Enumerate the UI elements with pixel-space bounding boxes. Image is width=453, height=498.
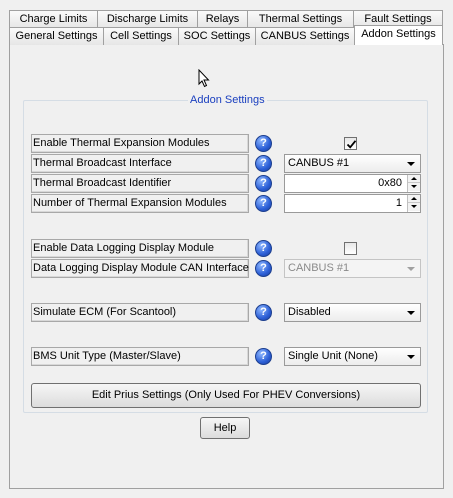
tab-soc-settings[interactable]: SOC Settings xyxy=(178,27,256,45)
checkmark-icon xyxy=(346,140,357,149)
spin-down-icon[interactable] xyxy=(408,183,420,191)
spin-up-icon[interactable] xyxy=(408,175,420,183)
tab-thermal-settings[interactable]: Thermal Settings xyxy=(247,10,354,28)
help-icon[interactable]: ? xyxy=(255,155,272,172)
tab-general-settings[interactable]: General Settings xyxy=(9,27,104,45)
tab-relays[interactable]: Relays xyxy=(197,10,248,28)
chevron-down-icon xyxy=(407,162,415,166)
thermal-broadcast-interface-label: Thermal Broadcast Interface xyxy=(31,154,249,173)
simulate-ecm-label: Simulate ECM (For Scantool) xyxy=(31,303,249,322)
help-icon[interactable]: ? xyxy=(255,175,272,192)
spin-buttons xyxy=(407,175,420,192)
help-icon[interactable]: ? xyxy=(255,240,272,257)
data-logging-can-interface-label: Data Logging Display Module CAN Interfac… xyxy=(31,259,249,278)
help-icon[interactable]: ? xyxy=(255,260,272,277)
tab-discharge-limits[interactable]: Discharge Limits xyxy=(97,10,198,28)
thermal-expansion-label: Enable Thermal Expansion Modules xyxy=(31,134,249,153)
data-logging-display-label: Enable Data Logging Display Module xyxy=(31,239,249,258)
num-thermal-modules-label: Number of Thermal Expansion Modules xyxy=(31,194,249,213)
tab-charge-limits[interactable]: Charge Limits xyxy=(9,10,98,28)
bms-unit-type-label: BMS Unit Type (Master/Slave) xyxy=(31,347,249,366)
thermal-broadcast-identifier-spinbox[interactable]: 0x80 xyxy=(284,174,421,193)
simulate-ecm-select[interactable]: Disabled xyxy=(284,303,421,322)
help-button[interactable]: Help xyxy=(200,417,250,439)
help-icon[interactable]: ? xyxy=(255,135,272,152)
edit-prius-settings-button[interactable]: Edit Prius Settings (Only Used For PHEV … xyxy=(31,383,421,408)
mouse-cursor-icon xyxy=(198,68,210,91)
thermal-broadcast-identifier-label: Thermal Broadcast Identifier xyxy=(31,174,249,193)
chevron-down-icon xyxy=(407,355,415,359)
group-title: Addon Settings xyxy=(188,94,267,106)
help-icon[interactable]: ? xyxy=(255,304,272,321)
tab-canbus-settings[interactable]: CANBUS Settings xyxy=(255,27,355,45)
select-value: Disabled xyxy=(288,306,331,318)
select-value: CANBUS #1 xyxy=(288,262,350,274)
data-logging-display-checkbox[interactable] xyxy=(344,242,357,255)
spinbox-value: 0x80 xyxy=(378,177,402,189)
thermal-expansion-checkbox[interactable] xyxy=(344,137,357,150)
select-value: Single Unit (None) xyxy=(288,350,378,362)
help-icon[interactable]: ? xyxy=(255,348,272,365)
thermal-broadcast-interface-select[interactable]: CANBUS #1 xyxy=(284,154,421,173)
spin-down-icon[interactable] xyxy=(408,203,420,211)
chevron-down-icon xyxy=(407,267,415,271)
help-icon[interactable]: ? xyxy=(255,195,272,212)
spin-up-icon[interactable] xyxy=(408,195,420,203)
select-value: CANBUS #1 xyxy=(288,157,350,169)
bms-unit-type-select[interactable]: Single Unit (None) xyxy=(284,347,421,366)
tab-cell-settings[interactable]: Cell Settings xyxy=(103,27,179,45)
data-logging-can-interface-select[interactable]: CANBUS #1 xyxy=(284,259,421,278)
num-thermal-modules-spinbox[interactable]: 1 xyxy=(284,194,421,213)
spin-buttons xyxy=(407,195,420,212)
tab-row-2: General Settings Cell Settings SOC Setti… xyxy=(0,25,453,45)
spinbox-value: 1 xyxy=(395,197,402,209)
tab-addon-settings[interactable]: Addon Settings xyxy=(354,25,443,45)
chevron-down-icon xyxy=(407,311,415,315)
